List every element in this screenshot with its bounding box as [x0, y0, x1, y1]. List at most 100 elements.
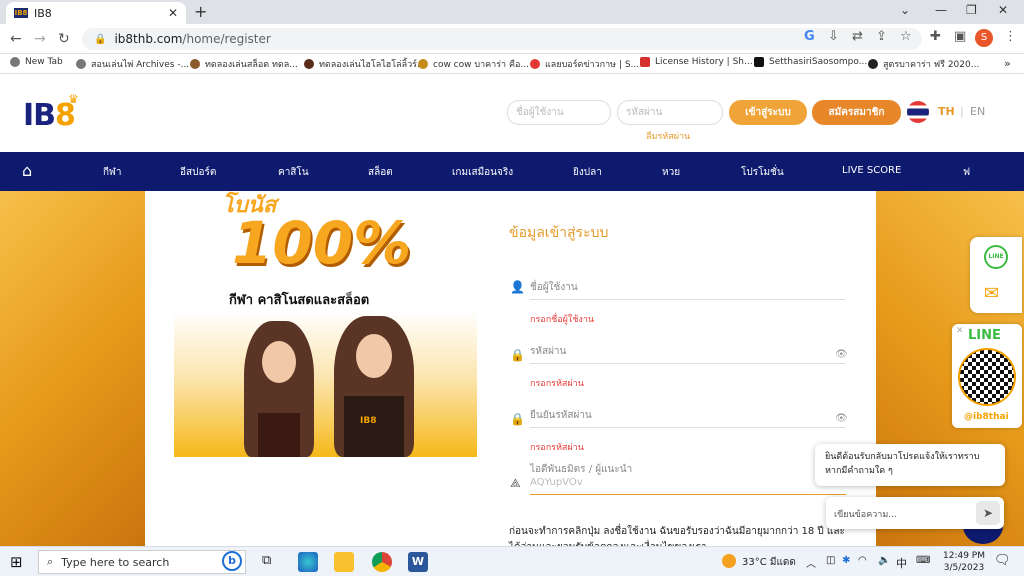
task-view-icon[interactable]: ⧉ [262, 553, 271, 568]
referral-input[interactable]: AQYupVOv [530, 477, 846, 495]
ime-indicator[interactable]: 中 [896, 555, 907, 571]
close-tab-icon[interactable]: ✕ [168, 6, 178, 20]
globe-icon [76, 59, 86, 69]
confirm-password-field[interactable]: ยืนยันรหัสผ่าน [530, 408, 845, 428]
banner-percent: 100% [232, 209, 412, 277]
username-field[interactable]: ชื่อผู้ใช้งาน [530, 280, 845, 300]
address-bar[interactable]: 🔒 ib8thb.com/home/register [82, 28, 922, 50]
nav-item-slots[interactable]: สล็อต [368, 165, 393, 180]
eye-icon[interactable]: 👁 [835, 349, 848, 360]
banner-subtitle: กีฬา คาสิโนสดและสล็อต [229, 293, 370, 308]
share-nodes-icon: ⟁ [510, 476, 521, 490]
nav-item-lottery[interactable]: หวย [662, 165, 680, 180]
tab-ib8[interactable]: IB8 IB8 ✕ [6, 2, 186, 24]
line-icon[interactable]: LINE [984, 245, 1008, 269]
keyboard-icon[interactable]: ⌨ [916, 555, 930, 566]
site-icon [418, 59, 428, 69]
globe-icon [10, 57, 20, 67]
tab-search-icon[interactable]: ⌄ [900, 3, 910, 17]
nav-item-casino[interactable]: คาสิโน [278, 165, 309, 180]
close-icon[interactable]: ✕ [956, 326, 964, 336]
contact-sidebar: LINE ✉ [970, 237, 1022, 313]
windows-start-icon[interactable]: ⊞ [10, 553, 23, 571]
promo-banner[interactable]: โบนัส 100% กีฬา คาสิโนสดและสล็อต IB8 [174, 191, 477, 457]
nav-item-sports[interactable]: กีฬา [103, 165, 122, 180]
lang-en[interactable]: EN [970, 105, 985, 118]
terms-text: ก่อนจะทำการคลิกปุ่ม ลงชื่อใช้งาน ฉันขอรั… [509, 526, 845, 546]
bookmark-item[interactable]: ทดลองเล่นไฮโลไฮโล่ลิ้วร์... [304, 57, 426, 71]
line-qr-card[interactable]: ✕ LINE @ib8thai [952, 324, 1022, 428]
weather-icon [722, 554, 736, 568]
install-icon[interactable]: ⇩ [828, 29, 839, 44]
bookmark-item[interactable]: สูตรบาคาร่า ฟรี 2020... [868, 57, 979, 71]
password-field[interactable]: รหัสผ่าน [530, 344, 845, 364]
bookmark-item[interactable]: ทดลองเล่นสล็อต ทดล... [190, 57, 298, 71]
send-icon[interactable]: ➤ [976, 501, 1000, 525]
password-input[interactable]: รหัสผ่าน [617, 100, 723, 125]
share-icon[interactable]: ⇪ [876, 29, 887, 44]
restore-button[interactable]: ❐ [966, 3, 977, 17]
nav-item-esports[interactable]: อีสปอร์ต [180, 165, 216, 180]
thai-flag-icon[interactable] [907, 101, 929, 123]
bookmark-item[interactable]: SetthasiriSaosompo... [754, 57, 867, 67]
google-icon[interactable]: G [804, 29, 815, 44]
chrome-icon[interactable] [372, 552, 392, 572]
network-icon[interactable]: ◫ [826, 555, 835, 566]
nav-item-more[interactable]: ฟ [963, 165, 970, 180]
chevron-up-icon[interactable]: ︿ [806, 555, 816, 570]
mail-icon[interactable]: ✉ [984, 283, 999, 304]
bookmark-star-icon[interactable]: ☆ [900, 29, 912, 44]
home-icon[interactable]: ⌂ [22, 161, 32, 180]
taskbar-search[interactable]: ⌕ Type here to search [38, 550, 246, 574]
bookmark-item[interactable]: แลยบอร์ดข่าวกาษ | S... [530, 57, 639, 71]
wifi-icon[interactable]: ◠ [858, 555, 867, 566]
bookmark-item[interactable]: สอนเล่นไพ่ Archives -... [76, 57, 189, 71]
nav-item-virtual[interactable]: เกมเสมือนจริง [452, 165, 513, 180]
sidepanel-icon[interactable]: ▣ [954, 29, 966, 44]
forgot-password-link[interactable]: ลืมรหัสผ่าน [646, 129, 690, 143]
model-right: IB8 [334, 316, 414, 457]
edge-icon[interactable] [298, 552, 318, 572]
bookmark-item[interactable]: New Tab [10, 57, 63, 67]
bluetooth-icon[interactable]: ✱ [842, 555, 850, 566]
forward-icon[interactable]: → [34, 31, 46, 47]
menu-icon[interactable]: ⋮ [1004, 29, 1017, 44]
file-explorer-icon[interactable] [334, 552, 354, 572]
line-title: LINE [968, 328, 1001, 343]
bookmark-item[interactable]: License History | Sh... [640, 57, 753, 67]
web-page: IB8 ♛ ชื่อผู้ใช้งาน รหัสผ่าน ลืมรหัสผ่าน… [0, 74, 1024, 546]
word-icon[interactable]: W [408, 552, 428, 572]
toolbar: ← → ↻ 🔒 ib8thb.com/home/register G ⇩ ⇄ ⇪… [0, 24, 1024, 54]
minimize-button[interactable]: — [935, 3, 947, 17]
login-button[interactable]: เข้าสู่ระบบ [729, 100, 807, 125]
profile-avatar[interactable]: S [975, 29, 993, 47]
weather-text[interactable]: 33°C มีแดด [742, 555, 796, 570]
bookmark-item[interactable]: cow cow บาคาร่า คือ... [418, 57, 529, 71]
nav-item-live-score[interactable]: LIVE SCORE [842, 165, 901, 176]
close-window-button[interactable]: ✕ [998, 3, 1008, 17]
register-button[interactable]: สมัครสมาชิก [812, 100, 901, 125]
notification-icon[interactable]: 🗨 [994, 553, 1011, 568]
bing-icon[interactable]: b [222, 551, 242, 571]
user-icon: 👤 [510, 280, 525, 294]
model-left [244, 321, 314, 457]
clock[interactable]: 12:49 PM 3/5/2023 [943, 550, 985, 574]
nav-item-promotions[interactable]: โปรโมชั่น [741, 165, 784, 180]
new-tab-button[interactable]: + [194, 2, 207, 21]
username-error: กรอกชื่อผู้ใช้งาน [530, 315, 595, 325]
nav-item-fishing[interactable]: ยิงปลา [573, 165, 602, 180]
confirm-password-error: กรอกรหัสผ่าน [530, 443, 584, 453]
extensions-icon[interactable]: ✚ [930, 29, 941, 44]
reload-icon[interactable]: ↻ [58, 31, 70, 47]
back-icon[interactable]: ← [10, 31, 22, 47]
more-bookmarks-icon[interactable]: » [1004, 57, 1011, 70]
translate-icon[interactable]: ⇄ [852, 29, 863, 44]
line-id: @ib8thai [964, 412, 1009, 422]
username-input[interactable]: ชื่อผู้ใช้งาน [507, 100, 611, 125]
lang-th[interactable]: TH [938, 105, 955, 118]
background-left [0, 191, 145, 546]
bookmarks-bar: New Tab สอนเล่นไพ่ Archives -... ทดลองเล… [0, 54, 1024, 74]
ib8-favicon-icon: IB8 [14, 8, 28, 18]
volume-icon[interactable]: 🔈 [878, 555, 890, 566]
eye-icon[interactable]: 👁 [835, 413, 848, 424]
